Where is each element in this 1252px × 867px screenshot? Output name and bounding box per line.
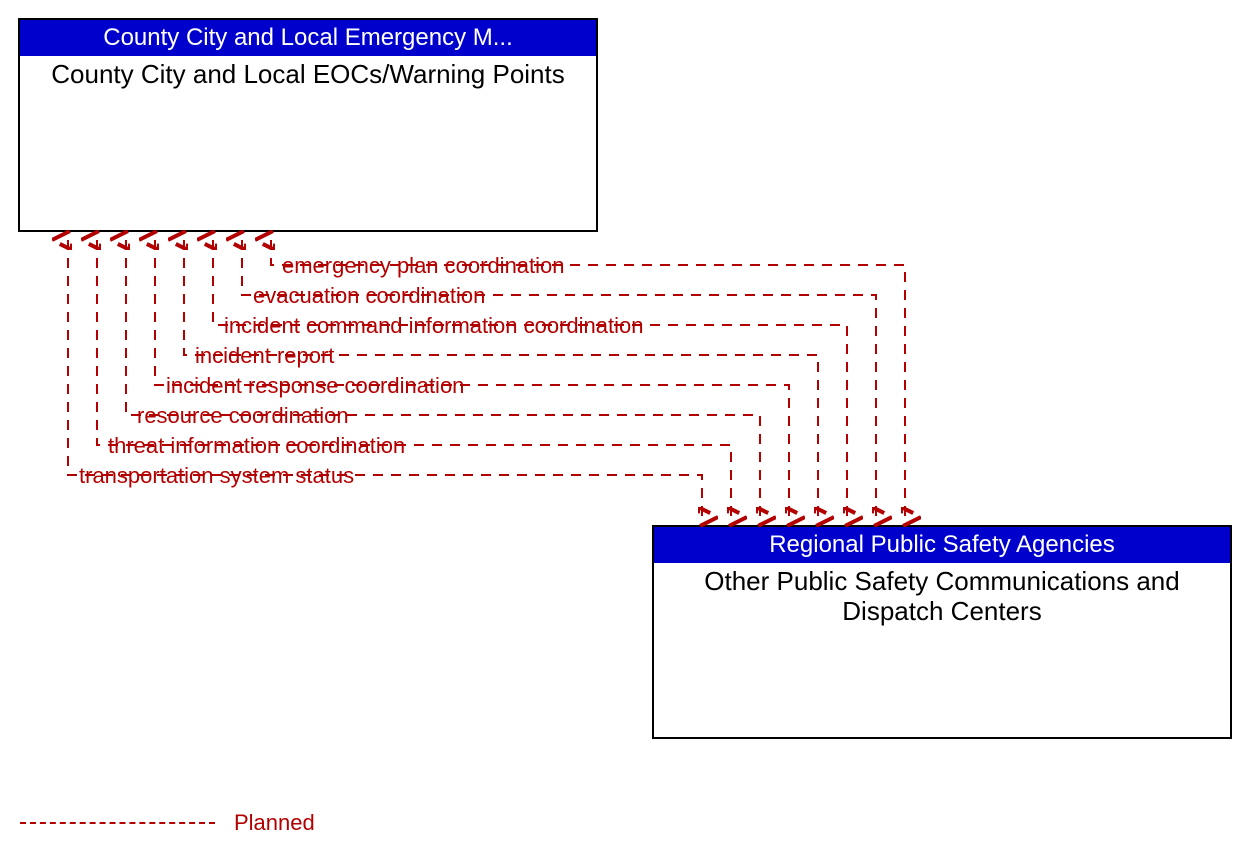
entity-box-county-eocs: County City and Local Emergency M... Cou… <box>18 18 598 232</box>
entity-body-county: County City and Local EOCs/Warning Point… <box>20 56 596 94</box>
flow-label-emergency-plan: emergency plan coordination <box>280 253 567 279</box>
legend-label: Planned <box>234 810 315 836</box>
entity-body-regional: Other Public Safety Communications and D… <box>654 563 1230 631</box>
entity-header-regional: Regional Public Safety Agencies <box>654 527 1230 563</box>
flow-label-transport: transportation system status <box>77 463 356 489</box>
flow-label-threat: threat information coordination <box>106 433 407 459</box>
entity-header-county: County City and Local Emergency M... <box>20 20 596 56</box>
legend-dashed-line <box>20 822 215 824</box>
flow-label-incident-command: incident command information coordinatio… <box>222 313 645 339</box>
entity-box-regional-safety: Regional Public Safety Agencies Other Pu… <box>652 525 1232 739</box>
flow-label-evacuation: evacuation coordination <box>251 283 487 309</box>
flow-label-incident-response: incident response coordination <box>164 373 466 399</box>
flow-label-resource: resource coordination <box>135 403 351 429</box>
flow-label-incident-report: incident report <box>193 343 336 369</box>
